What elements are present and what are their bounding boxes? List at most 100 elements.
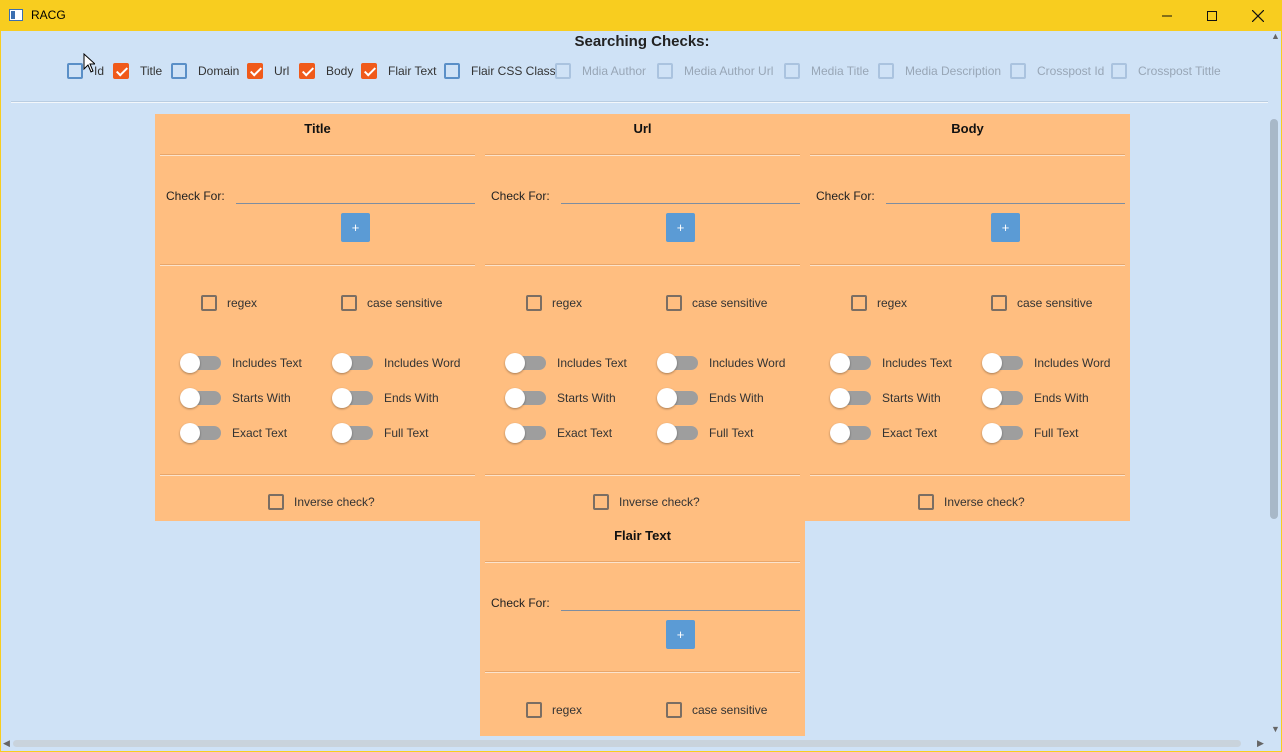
toggle-switch-icon[interactable]	[657, 388, 698, 408]
toggle-switch-icon[interactable]	[982, 388, 1023, 408]
checkbox-icon[interactable]	[268, 494, 284, 510]
full-text-toggle[interactable]: Full Text	[982, 423, 1078, 443]
checkbox-icon[interactable]	[341, 295, 357, 311]
checkbox-icon[interactable]	[526, 702, 542, 718]
case-sensitive-checkbox[interactable]: case sensitive	[666, 295, 767, 311]
toggle-switch-icon[interactable]	[505, 353, 546, 373]
toggle-switch-icon[interactable]	[830, 423, 871, 443]
checkbox-icon[interactable]	[67, 63, 83, 79]
ends-with-toggle[interactable]: Ends With	[982, 388, 1089, 408]
scroll-right-icon[interactable]: ▶	[1257, 738, 1264, 749]
checkbox-checked-icon[interactable]	[247, 63, 263, 79]
maximize-button[interactable]	[1189, 0, 1235, 31]
scroll-up-icon[interactable]: ▲	[1271, 31, 1280, 41]
toggle-switch-icon[interactable]	[180, 353, 221, 373]
divider	[485, 671, 800, 673]
toggle-switch-icon[interactable]	[332, 423, 373, 443]
separator	[11, 101, 1268, 103]
starts-with-toggle[interactable]: Starts With	[180, 388, 291, 408]
regex-checkbox[interactable]: regex	[851, 295, 907, 311]
check-flair-css-class[interactable]: Flair CSS Class	[444, 63, 556, 79]
ends-with-toggle[interactable]: Ends With	[657, 388, 764, 408]
toggle-switch-icon[interactable]	[332, 353, 373, 373]
includes-word-toggle[interactable]: Includes Word	[332, 353, 460, 373]
checkbox-icon[interactable]	[666, 702, 682, 718]
add-button[interactable]: +	[666, 213, 695, 242]
checkbox-icon[interactable]	[991, 295, 1007, 311]
case-sensitive-checkbox[interactable]: case sensitive	[341, 295, 442, 311]
regex-checkbox[interactable]: regex	[201, 295, 257, 311]
check-body[interactable]: Body	[299, 63, 353, 79]
check-for-input[interactable]	[561, 610, 800, 611]
add-button[interactable]: +	[991, 213, 1020, 242]
main-content: Searching Checks: Id Title Domain Url Bo…	[1, 31, 1268, 736]
title-bar: RACG	[0, 0, 1282, 31]
starts-with-toggle[interactable]: Starts With	[505, 388, 616, 408]
checkbox-icon[interactable]	[201, 295, 217, 311]
toggle-switch-icon[interactable]	[180, 388, 221, 408]
checkbox-icon[interactable]	[593, 494, 609, 510]
regex-checkbox[interactable]: regex	[526, 295, 582, 311]
toggle-switch-icon[interactable]	[332, 388, 373, 408]
add-button[interactable]: +	[666, 620, 695, 649]
checkbox-checked-icon[interactable]	[299, 63, 315, 79]
includes-word-toggle[interactable]: Includes Word	[657, 353, 785, 373]
check-for-input[interactable]	[886, 203, 1125, 204]
toggle-switch-icon[interactable]	[505, 423, 546, 443]
checkbox-icon[interactable]	[851, 295, 867, 311]
scroll-down-icon[interactable]: ▼	[1271, 724, 1280, 734]
full-text-toggle[interactable]: Full Text	[332, 423, 428, 443]
exact-text-toggle[interactable]: Exact Text	[830, 423, 937, 443]
toggle-switch-icon[interactable]	[657, 423, 698, 443]
checkbox-checked-icon[interactable]	[113, 63, 129, 79]
checkbox-icon[interactable]	[171, 63, 187, 79]
checkbox-checked-icon[interactable]	[361, 63, 377, 79]
inverse-check-checkbox[interactable]: Inverse check?	[593, 494, 700, 510]
check-for-input[interactable]	[561, 203, 800, 204]
check-for-label: Check For:	[166, 189, 225, 203]
includes-word-toggle[interactable]: Includes Word	[982, 353, 1110, 373]
case-sensitive-checkbox[interactable]: case sensitive	[991, 295, 1092, 311]
scroll-left-icon[interactable]: ◀	[3, 738, 10, 749]
toggle-switch-icon[interactable]	[505, 388, 546, 408]
includes-text-toggle[interactable]: Includes Text	[830, 353, 952, 373]
divider	[485, 264, 800, 266]
exact-text-toggle[interactable]: Exact Text	[505, 423, 612, 443]
vertical-scroll-thumb[interactable]	[1270, 119, 1278, 519]
checkbox-icon[interactable]	[918, 494, 934, 510]
includes-text-toggle[interactable]: Includes Text	[180, 353, 302, 373]
horizontal-scrollbar[interactable]: ◀ ▶	[1, 737, 1268, 750]
check-flair-text[interactable]: Flair Text	[361, 63, 436, 79]
inverse-check-checkbox[interactable]: Inverse check?	[268, 494, 375, 510]
ends-with-toggle[interactable]: Ends With	[332, 388, 439, 408]
add-button[interactable]: +	[341, 213, 370, 242]
full-text-toggle[interactable]: Full Text	[657, 423, 753, 443]
divider	[810, 474, 1125, 476]
checkbox-icon	[1010, 63, 1026, 79]
close-icon	[1252, 9, 1264, 22]
checkbox-icon[interactable]	[526, 295, 542, 311]
toggle-switch-icon[interactable]	[830, 353, 871, 373]
exact-text-toggle[interactable]: Exact Text	[180, 423, 287, 443]
horizontal-scroll-thumb[interactable]	[13, 740, 1241, 747]
starts-with-toggle[interactable]: Starts With	[830, 388, 941, 408]
minimize-button[interactable]	[1144, 0, 1190, 31]
divider	[485, 154, 800, 156]
case-sensitive-checkbox[interactable]: case sensitive	[666, 702, 767, 718]
inverse-check-checkbox[interactable]: Inverse check?	[918, 494, 1025, 510]
check-url[interactable]: Url	[247, 63, 289, 79]
vertical-scrollbar[interactable]: ▲ ▼	[1268, 31, 1281, 736]
checkbox-icon[interactable]	[444, 63, 460, 79]
checkbox-icon[interactable]	[666, 295, 682, 311]
close-button[interactable]	[1235, 0, 1281, 31]
toggle-switch-icon[interactable]	[982, 423, 1023, 443]
toggle-switch-icon[interactable]	[657, 353, 698, 373]
check-domain[interactable]: Domain	[171, 63, 239, 79]
check-for-input[interactable]	[236, 203, 475, 204]
regex-checkbox[interactable]: regex	[526, 702, 582, 718]
toggle-switch-icon[interactable]	[180, 423, 221, 443]
includes-text-toggle[interactable]: Includes Text	[505, 353, 627, 373]
toggle-switch-icon[interactable]	[830, 388, 871, 408]
toggle-switch-icon[interactable]	[982, 353, 1023, 373]
check-title[interactable]: Title	[113, 63, 162, 79]
